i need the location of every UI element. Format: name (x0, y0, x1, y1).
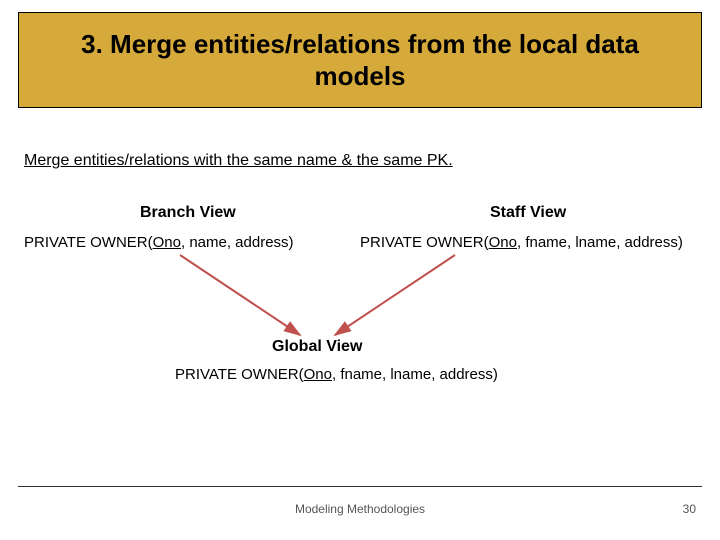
branch-relation: PRIVATE OWNER(Ono, name, address) (24, 234, 294, 251)
branch-view-label: Branch View (140, 204, 236, 222)
arrow-branch-to-global (180, 255, 300, 335)
staff-view-label: Staff View (490, 204, 566, 222)
global-relation: PRIVATE OWNER(Ono, fname, lname, address… (175, 366, 498, 383)
footer-rule (18, 486, 702, 487)
slide: 3. Merge entities/relations from the loc… (0, 0, 720, 540)
branch-relation-pk: Ono (153, 234, 181, 251)
staff-relation-prefix: PRIVATE OWNER( (360, 234, 489, 251)
slide-subtitle: Merge entities/relations with the same n… (24, 152, 453, 170)
footer-text: Modeling Methodologies (0, 502, 720, 516)
branch-relation-suffix: , name, address) (181, 234, 294, 251)
title-band: 3. Merge entities/relations from the loc… (18, 12, 702, 108)
global-relation-suffix: , fname, lname, address) (332, 366, 498, 383)
branch-relation-prefix: PRIVATE OWNER( (24, 234, 153, 251)
staff-relation: PRIVATE OWNER(Ono, fname, lname, address… (360, 234, 683, 251)
staff-relation-suffix: , fname, lname, address) (517, 234, 683, 251)
global-view-label: Global View (272, 338, 362, 356)
page-number: 30 (683, 502, 696, 516)
arrow-staff-to-global (335, 255, 455, 335)
global-relation-pk: Ono (304, 366, 332, 383)
slide-title: 3. Merge entities/relations from the loc… (43, 28, 677, 93)
global-relation-prefix: PRIVATE OWNER( (175, 366, 304, 383)
staff-relation-pk: Ono (489, 234, 517, 251)
